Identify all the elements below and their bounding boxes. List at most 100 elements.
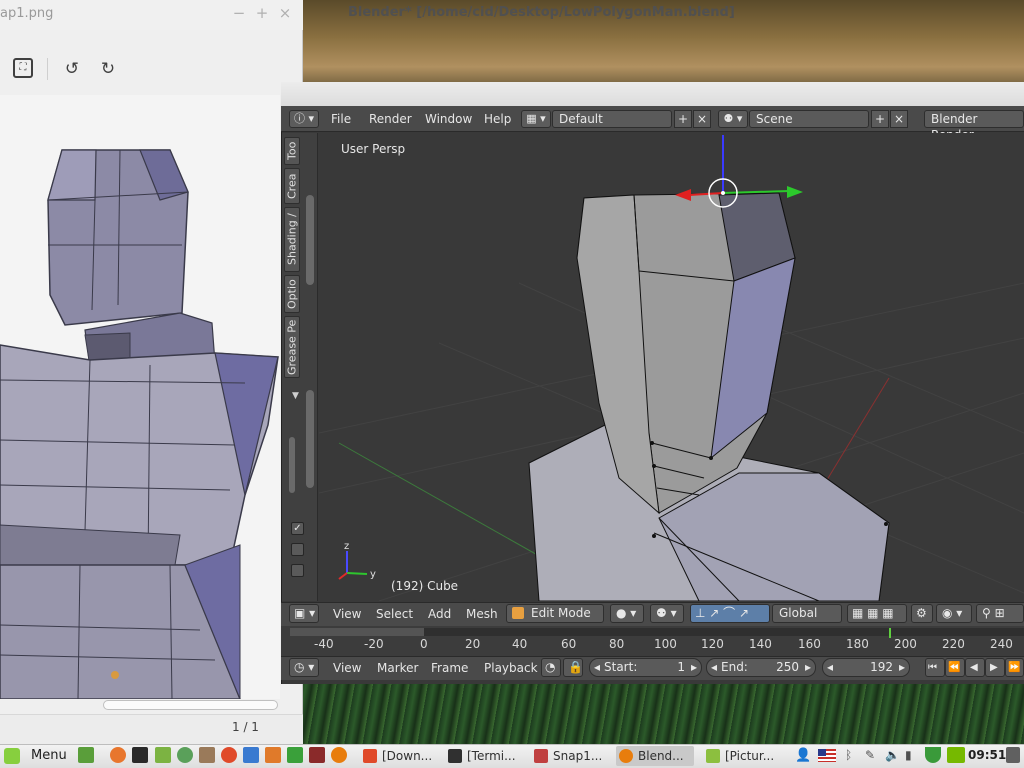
shelf-checkbox-1[interactable]: ✓ bbox=[291, 522, 304, 535]
volume-icon[interactable]: 🔈 bbox=[885, 748, 900, 762]
viewport-shading-selector[interactable]: ● ▾ bbox=[610, 604, 644, 623]
taskbar-app-pictures[interactable]: [Pictur... bbox=[703, 746, 781, 766]
start-frame-field[interactable]: ◂ Start: 1 ▸ bbox=[589, 658, 702, 677]
user-icon[interactable]: 👤 bbox=[795, 748, 811, 763]
render-engine-field[interactable]: Blender Render bbox=[924, 110, 1024, 142]
jump-prev-keyframe-icon[interactable]: ⏪ bbox=[945, 658, 965, 677]
end-frame-field[interactable]: ◂ End: 250 ▸ bbox=[706, 658, 816, 677]
editor-type-info-icon[interactable]: ⓘ ▾ bbox=[289, 110, 319, 128]
manipulator-toggles[interactable]: ⊥ ↗ ⌒ ↗ bbox=[690, 604, 770, 623]
snap-toggle[interactable]: ⚲ ⊞ bbox=[976, 604, 1024, 623]
shelf-tab-shading[interactable]: Shading / bbox=[284, 207, 300, 272]
taskbar-app-terminal[interactable]: [Termi... bbox=[445, 746, 521, 766]
end-arrow-right-icon[interactable]: ▸ bbox=[805, 659, 811, 676]
calc-icon[interactable] bbox=[287, 747, 303, 763]
current-arrow-right-icon[interactable]: ▸ bbox=[899, 659, 905, 676]
layout-selector-icon[interactable]: ▦ ▾ bbox=[521, 110, 551, 128]
end-arrow-left-icon[interactable]: ◂ bbox=[711, 659, 717, 676]
taskbar-app-blender[interactable]: Blend... bbox=[616, 746, 694, 766]
writer-icon[interactable] bbox=[243, 747, 259, 763]
layout-field[interactable]: Default bbox=[552, 110, 672, 128]
fit-to-window-icon[interactable]: ⛶ bbox=[13, 58, 33, 78]
lock-icon[interactable]: 🔒 bbox=[563, 658, 583, 677]
shelf-checkbox-3[interactable] bbox=[291, 564, 304, 577]
jump-start-icon[interactable]: ⏮ bbox=[925, 658, 945, 677]
tools-icon[interactable]: ✎ bbox=[865, 748, 875, 762]
files-icon[interactable] bbox=[155, 747, 171, 763]
timeline-menu-marker[interactable]: Marker bbox=[377, 661, 418, 675]
taskbar-app-snap1[interactable]: Snap1... bbox=[531, 746, 607, 766]
nvidia-icon[interactable] bbox=[947, 747, 965, 763]
scene-field[interactable]: Scene bbox=[749, 110, 869, 128]
edit-mode-icon bbox=[512, 607, 524, 619]
add-scene-icon[interactable]: + bbox=[871, 110, 889, 128]
firefox-icon[interactable] bbox=[110, 747, 126, 763]
shelf-scrollbar-bottom[interactable] bbox=[306, 390, 314, 488]
close-icon[interactable]: × bbox=[277, 5, 293, 21]
menu-window[interactable]: Window bbox=[425, 112, 472, 126]
shelf-checkbox-2[interactable] bbox=[291, 543, 304, 556]
preview-range-icon[interactable]: ◔ bbox=[541, 658, 561, 677]
current-arrow-left-icon[interactable]: ◂ bbox=[827, 659, 833, 676]
snap-element-selector[interactable]: ◉ ▾ bbox=[936, 604, 972, 623]
menu-select[interactable]: Select bbox=[376, 607, 413, 621]
play-icon[interactable]: ▶ bbox=[985, 658, 1005, 677]
pivot-point-selector[interactable]: ⚉ ▾ bbox=[650, 604, 684, 623]
timeline-current-frame-marker[interactable] bbox=[889, 628, 891, 638]
current-frame-field[interactable]: ◂ 192 ▸ bbox=[822, 658, 910, 677]
maximize-icon[interactable]: + bbox=[254, 5, 270, 21]
editor-type-3d-icon[interactable]: ▣ ▾ bbox=[289, 604, 319, 623]
collapse-arrow-icon[interactable]: ▼ bbox=[292, 391, 299, 401]
timeline-menu-view[interactable]: View bbox=[333, 661, 361, 675]
rotate-left-icon[interactable]: ↺ bbox=[61, 58, 83, 80]
editor-type-timeline-icon[interactable]: ◷ ▾ bbox=[289, 658, 319, 677]
taskbar-app-downloads[interactable]: [Down... bbox=[360, 746, 436, 766]
play-reverse-icon[interactable]: ◀ bbox=[965, 658, 985, 677]
shelf-tab-create[interactable]: Crea bbox=[284, 168, 300, 204]
impress-icon[interactable] bbox=[265, 747, 281, 763]
blender-launcher-icon[interactable] bbox=[331, 747, 347, 763]
start-arrow-right-icon[interactable]: ▸ bbox=[691, 659, 697, 676]
remove-layout-icon[interactable]: × bbox=[693, 110, 711, 128]
menu-file[interactable]: File bbox=[331, 112, 351, 126]
menu-view[interactable]: View bbox=[333, 607, 361, 621]
image-canvas[interactable] bbox=[0, 95, 280, 699]
jump-next-keyframe-icon[interactable]: ⏩ bbox=[1005, 658, 1024, 677]
menu-help[interactable]: Help bbox=[484, 112, 511, 126]
menu-mesh[interactable]: Mesh bbox=[466, 607, 498, 621]
viewport-scene: z y bbox=[319, 135, 1024, 601]
shelf-scrollbar-top[interactable] bbox=[306, 195, 314, 285]
transform-orientation-selector[interactable]: Global bbox=[772, 604, 842, 623]
terminal-icon[interactable] bbox=[132, 747, 148, 763]
rotate-right-icon[interactable]: ↻ bbox=[97, 58, 119, 80]
timeline-menu-playback[interactable]: Playback bbox=[484, 661, 538, 675]
add-layout-icon[interactable]: + bbox=[674, 110, 692, 128]
3d-viewport[interactable]: z y bbox=[319, 133, 1024, 601]
battery-icon[interactable]: ▮ bbox=[905, 748, 912, 762]
show-desktop-icon[interactable] bbox=[78, 747, 94, 763]
app-icon-1[interactable] bbox=[177, 747, 193, 763]
remove-scene-icon[interactable]: × bbox=[890, 110, 908, 128]
shelf-tab-options[interactable]: Optio bbox=[284, 275, 300, 313]
blender-titlebar[interactable] bbox=[281, 82, 1024, 106]
app-indicator-icon[interactable] bbox=[1006, 747, 1020, 763]
chrome-icon[interactable] bbox=[221, 747, 237, 763]
bluetooth-icon[interactable]: ᛒ bbox=[845, 748, 852, 762]
layer-buttons[interactable]: ▦ ▦ ▦ bbox=[847, 604, 907, 623]
shield-icon[interactable] bbox=[925, 747, 941, 763]
menu-button[interactable]: Menu bbox=[4, 746, 67, 766]
app-icon-3[interactable] bbox=[309, 747, 325, 763]
shelf-tab-tools[interactable]: Too bbox=[284, 137, 300, 165]
start-arrow-left-icon[interactable]: ◂ bbox=[594, 659, 600, 676]
menu-add[interactable]: Add bbox=[428, 607, 451, 621]
shelf-tab-grease-pencil[interactable]: Grease Pe bbox=[284, 316, 300, 378]
timeline-menu-frame[interactable]: Frame bbox=[431, 661, 468, 675]
app-icon-2[interactable] bbox=[199, 747, 215, 763]
clock[interactable]: 09:51 bbox=[968, 748, 1006, 762]
proportional-edit-icon[interactable]: ⚙ bbox=[911, 604, 933, 623]
minimize-icon[interactable]: − bbox=[231, 5, 247, 21]
menu-render[interactable]: Render bbox=[369, 112, 412, 126]
scene-selector-icon[interactable]: ⚉ ▾ bbox=[718, 110, 748, 128]
shelf-slider[interactable] bbox=[289, 437, 295, 493]
image-viewer-scrollbar[interactable] bbox=[103, 700, 278, 710]
